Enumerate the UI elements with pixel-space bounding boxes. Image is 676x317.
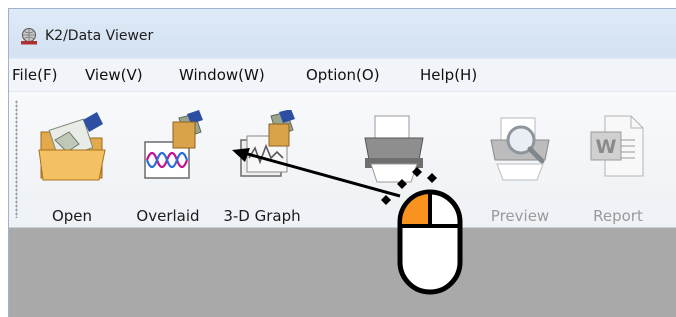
3d-graph-label: 3-D Graph: [223, 207, 301, 225]
print-button[interactable]: [351, 110, 437, 222]
svg-text:W: W: [596, 136, 617, 158]
open-label: Open: [51, 207, 93, 225]
preview-button[interactable]: Preview: [477, 110, 563, 225]
report-button[interactable]: W Report: [575, 110, 661, 225]
globe-seismograph-icon: [21, 28, 37, 45]
3d-graph-icon: [240, 110, 295, 177]
preview-label: Preview: [490, 207, 550, 225]
title-bar: K2/Data Viewer: [9, 9, 676, 57]
menu-bar: File(F) View(V) Window(W) Option(O) Help…: [9, 59, 676, 92]
window-title: K2/Data Viewer: [45, 28, 154, 44]
open-folder-icon: [38, 112, 106, 181]
toolbar: Open Overlaid 3-D Graph Preview W Report: [9, 92, 676, 228]
3d-graph-button[interactable]: 3-D Graph: [219, 110, 305, 225]
open-button[interactable]: Open: [29, 110, 115, 225]
overlaid-button[interactable]: Overlaid: [125, 110, 211, 225]
menu-view[interactable]: View(V): [85, 66, 143, 84]
overlaid-waveform-icon: [144, 110, 203, 179]
app-window: K2/Data Viewer File(F) View(V) Window(W)…: [8, 8, 676, 317]
printer-icon: [364, 115, 424, 183]
word-report-icon: W: [590, 115, 644, 177]
menu-help[interactable]: Help(H): [420, 66, 477, 84]
overlaid-label: Overlaid: [136, 207, 200, 225]
menu-option[interactable]: Option(O): [306, 66, 380, 84]
report-label: Report: [593, 207, 643, 225]
menu-file[interactable]: File(F): [12, 66, 57, 84]
mdi-client-area[interactable]: [9, 228, 676, 317]
menu-window[interactable]: Window(W): [179, 66, 265, 84]
toolbar-grip[interactable]: [15, 100, 18, 218]
print-preview-icon: [490, 117, 550, 181]
